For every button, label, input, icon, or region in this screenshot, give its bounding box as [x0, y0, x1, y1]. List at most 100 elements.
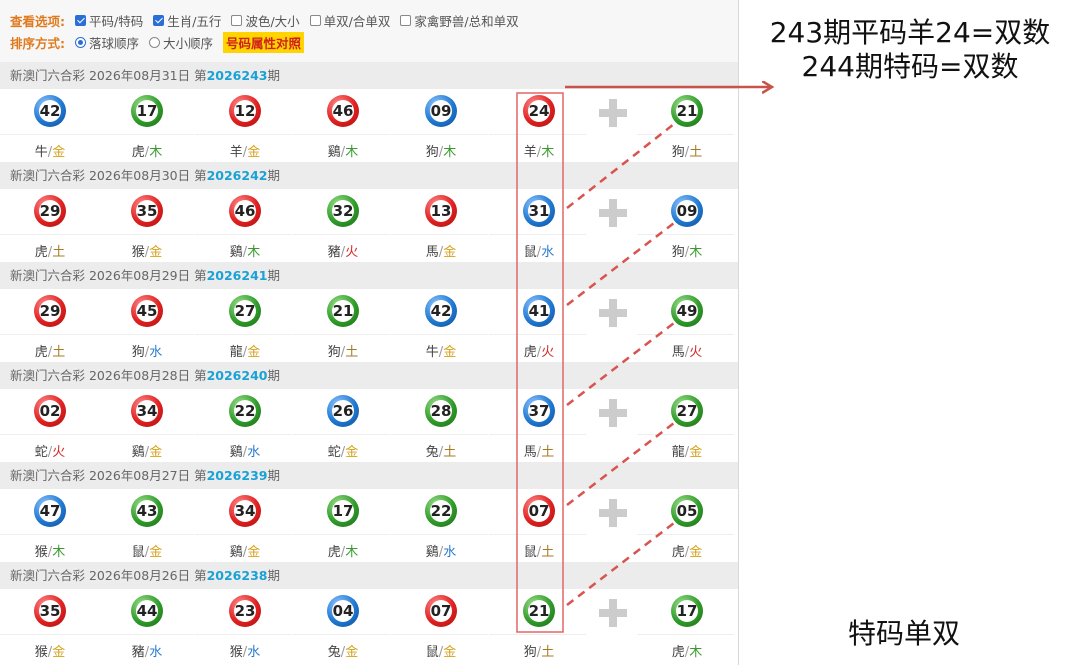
- lottery-ball[interactable]: 09: [671, 195, 703, 227]
- zodiac-label: 鷄: [229, 245, 243, 260]
- sort-option-radio[interactable]: [75, 36, 86, 48]
- lottery-ball[interactable]: 13: [425, 195, 457, 227]
- cell-divider: [489, 134, 586, 135]
- lottery-ball[interactable]: 46: [229, 195, 261, 227]
- ball-number: 13: [430, 202, 452, 220]
- zodiac-element: 狗/木: [391, 141, 491, 160]
- lottery-ball[interactable]: 26: [327, 395, 359, 427]
- lottery-ball[interactable]: 23: [229, 595, 261, 627]
- number-attribute-link[interactable]: 号码属性对照: [223, 31, 305, 53]
- zodiac-element: 鷄/水: [391, 541, 491, 560]
- view-option-checkbox[interactable]: [75, 14, 86, 26]
- lottery-ball[interactable]: 17: [671, 595, 703, 627]
- lottery-ball[interactable]: 27: [671, 395, 703, 427]
- ball-number: 43: [136, 502, 158, 520]
- lottery-ball[interactable]: 29: [34, 295, 66, 327]
- lottery-ball[interactable]: 17: [327, 495, 359, 527]
- lottery-ball[interactable]: 12: [229, 95, 261, 127]
- lottery-ball[interactable]: 49: [671, 295, 703, 327]
- sort-option-0[interactable]: 落球顺序: [75, 33, 139, 52]
- ball-cell-5: 24 羊/木: [489, 89, 586, 162]
- zodiac-element: 鷄/金: [195, 541, 295, 560]
- sort-option-1[interactable]: 大小顺序: [149, 33, 213, 52]
- lottery-ball[interactable]: 41: [523, 295, 555, 327]
- element-label: 金: [52, 145, 66, 160]
- issue-number[interactable]: 2026242: [207, 168, 268, 183]
- lottery-ball[interactable]: 35: [34, 595, 66, 627]
- lottery-ball[interactable]: 42: [425, 295, 457, 327]
- ball-number: 17: [136, 102, 158, 120]
- lottery-ball[interactable]: 04: [327, 595, 359, 627]
- zodiac-label: 鼠: [425, 645, 439, 660]
- lottery-ball[interactable]: 05: [671, 495, 703, 527]
- view-option-1[interactable]: 生肖/五行: [153, 11, 221, 30]
- element-label: 土: [52, 245, 66, 260]
- ball-number: 21: [332, 302, 354, 320]
- view-option-2[interactable]: 波色/大小: [231, 11, 300, 30]
- cell-divider: [97, 534, 194, 535]
- lottery-ball[interactable]: 45: [131, 295, 163, 327]
- zodiac-element: 龍/金: [195, 341, 295, 360]
- lottery-ball[interactable]: 02: [34, 395, 66, 427]
- zodiac-label: 鼠: [523, 545, 537, 560]
- lottery-ball[interactable]: 32: [327, 195, 359, 227]
- view-option-checkbox[interactable]: [153, 14, 165, 26]
- lottery-ball[interactable]: 35: [131, 195, 163, 227]
- draw-header: 新澳门六合彩 2026年08月27日 第2026239期: [0, 462, 738, 489]
- lottery-ball[interactable]: 34: [229, 495, 261, 527]
- issue-number[interactable]: 2026243: [207, 68, 268, 83]
- zodiac-element: 鷄/金: [97, 441, 197, 460]
- lottery-ball[interactable]: 07: [523, 495, 555, 527]
- sort-option-label: 大小顺序: [163, 35, 214, 51]
- zodiac-element: 蛇/火: [0, 441, 100, 460]
- draw-title: 新澳门六合彩 2026年08月26日 第2026238期: [10, 568, 280, 583]
- zodiac-label: 虎: [131, 145, 145, 160]
- zodiac-label: 狗: [131, 345, 145, 360]
- zodiac-label: 虎: [671, 645, 685, 660]
- sort-option-radio[interactable]: [149, 36, 161, 48]
- element-label: 土: [52, 345, 66, 360]
- ball-number: 26: [332, 402, 354, 420]
- lottery-ball[interactable]: 28: [425, 395, 457, 427]
- element-label: 木: [52, 545, 66, 560]
- issue-number[interactable]: 2026239: [207, 468, 268, 483]
- lottery-ball[interactable]: 07: [425, 595, 457, 627]
- lottery-ball[interactable]: 09: [425, 95, 457, 127]
- view-option-checkbox[interactable]: [231, 14, 243, 26]
- cell-divider: [0, 134, 97, 135]
- lottery-ball[interactable]: 22: [425, 495, 457, 527]
- view-option-0[interactable]: 平码/特码: [75, 11, 143, 30]
- zodiac-label: 龍: [229, 345, 243, 360]
- cell-divider: [489, 234, 586, 235]
- lottery-ball[interactable]: 17: [131, 95, 163, 127]
- lottery-ball[interactable]: 42: [34, 95, 66, 127]
- lottery-ball[interactable]: 21: [671, 95, 703, 127]
- lottery-ball[interactable]: 29: [34, 195, 66, 227]
- lottery-ball[interactable]: 34: [131, 395, 163, 427]
- issue-number[interactable]: 2026238: [207, 568, 268, 583]
- zodiac-element: 羊/金: [195, 141, 295, 160]
- options-bar: 查看选项: 平码/特码 生肖/五行 波色/大小 单双/合单双 家禽野兽/总和单双 排序方…: [0, 0, 738, 63]
- cell-divider: [195, 334, 292, 335]
- ball-cell-4: 09 狗/木: [391, 89, 488, 162]
- lottery-ball[interactable]: 31: [523, 195, 555, 227]
- lottery-ball[interactable]: 24: [523, 95, 555, 127]
- ball-cell-special: 49 馬/火: [637, 289, 734, 362]
- lottery-ball[interactable]: 22: [229, 395, 261, 427]
- view-option-checkbox[interactable]: [400, 14, 412, 26]
- lottery-ball[interactable]: 37: [523, 395, 555, 427]
- view-option-label: 单双/合单双: [323, 13, 391, 29]
- view-option-checkbox[interactable]: [309, 14, 321, 26]
- issue-number[interactable]: 2026240: [207, 368, 268, 383]
- view-option-4[interactable]: 家禽野兽/总和单双: [400, 11, 519, 30]
- lottery-ball[interactable]: 27: [229, 295, 261, 327]
- lottery-ball[interactable]: 21: [523, 595, 555, 627]
- lottery-ball[interactable]: 46: [327, 95, 359, 127]
- issue-number[interactable]: 2026241: [207, 268, 268, 283]
- view-option-3[interactable]: 单双/合单双: [309, 11, 391, 30]
- lottery-ball[interactable]: 43: [131, 495, 163, 527]
- lottery-ball[interactable]: 21: [327, 295, 359, 327]
- lottery-ball[interactable]: 47: [34, 495, 66, 527]
- cell-divider: [637, 134, 734, 135]
- lottery-ball[interactable]: 44: [131, 595, 163, 627]
